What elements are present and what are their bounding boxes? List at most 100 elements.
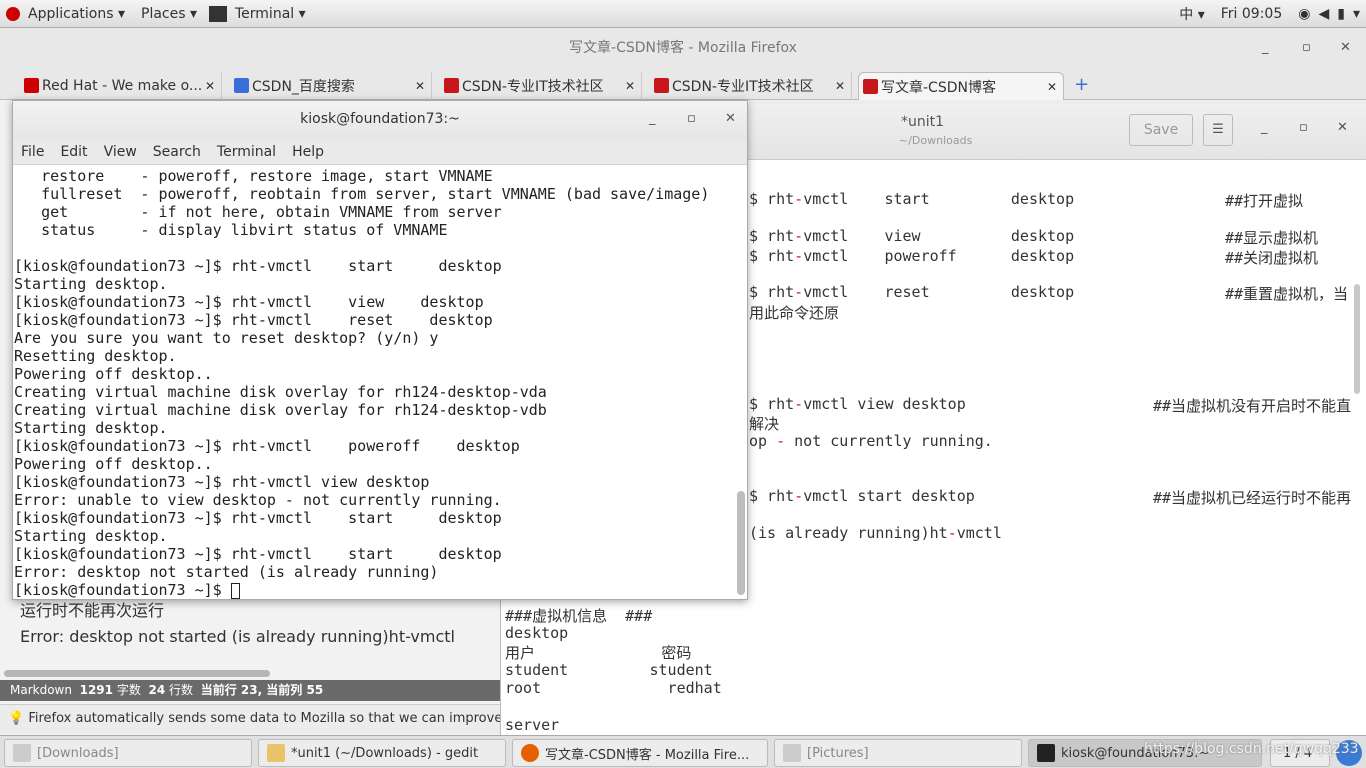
hamburger-menu-icon[interactable]: ☰ <box>1203 114 1233 146</box>
taskbar: [Downloads] *unit1 (~/Downloads) - gedit… <box>0 735 1366 768</box>
minimize-button[interactable]: _ <box>1262 28 1269 68</box>
minimize-button[interactable]: _ <box>1261 120 1268 135</box>
tab-label: 写文章-CSDN博客 <box>881 79 996 96</box>
terminal-output[interactable]: restore - poweroff, restore image, start… <box>14 167 734 599</box>
close-tab-icon[interactable]: ✕ <box>205 79 215 93</box>
terminal-line: Creating virtual machine disk overlay fo… <box>14 383 547 401</box>
battery-icon[interactable]: ▮ <box>1337 6 1345 22</box>
tab-csdn-1[interactable]: CSDN-专业IT技术社区 ✕ <box>440 72 642 100</box>
terminal-title: kiosk@foundation73:~ <box>300 111 460 127</box>
redhat-logo-icon <box>6 6 20 21</box>
terminal-icon <box>1037 744 1055 762</box>
terminal-app-menu[interactable]: Terminal ▾ <box>209 5 314 22</box>
gedit-line: $ rht-vmctl start desktop <box>749 190 1075 208</box>
tab-csdn-2[interactable]: CSDN-专业IT技术社区 ✕ <box>650 72 852 100</box>
vertical-scrollbar[interactable] <box>1354 284 1360 394</box>
gedit-line: 用此命令还原 <box>749 304 840 322</box>
gedit-line: root redhat <box>505 679 722 697</box>
gedit-line: server <box>505 716 560 734</box>
document-title: *unit1 <box>901 114 945 130</box>
maximize-button[interactable]: ▫ <box>1299 120 1308 135</box>
terminal-line: fullreset - poweroff, reobtain from serv… <box>14 185 710 203</box>
tab-redhat[interactable]: Red Hat - We make o... ✕ <box>20 72 222 100</box>
terminal-scrollbar[interactable] <box>737 491 745 595</box>
watermark: https://blog.csdn.net/qwqq233 <box>1144 741 1359 757</box>
gedit-line: $ rht-vmctl start desktop <box>749 487 975 505</box>
taskbar-pictures[interactable]: [Pictures] <box>774 739 1022 767</box>
gedit-line: desktop <box>505 623 569 642</box>
taskbar-downloads[interactable]: [Downloads] <box>4 739 252 767</box>
minimize-button[interactable]: _ <box>649 101 656 137</box>
lightbulb-icon: 💡 <box>8 711 25 726</box>
gedit-line: $ rht-vmctl reset desktop <box>749 283 1075 301</box>
clock[interactable]: Fri 09:05 <box>1213 6 1290 22</box>
menu-search[interactable]: Search <box>145 144 209 160</box>
terminal-line: [kiosk@foundation73 ~]$ <box>14 581 734 599</box>
editor-status-bar: Markdown 1291 字数 24 行数 当前行 23, 当前列 55 <box>0 680 500 701</box>
char-count: 1291 <box>79 683 114 697</box>
gedit-comment: ##重置虚拟机，当 <box>1225 285 1349 303</box>
top-bar: Applications ▾ Places ▾ Terminal ▾ 中 ▾ F… <box>0 0 1366 28</box>
terminal-line: status - display libvirt status of VMNAM… <box>14 221 448 239</box>
taskbar-label: 写文章-CSDN博客 - Mozilla Fire... <box>545 747 750 763</box>
close-tab-icon[interactable]: ✕ <box>835 79 845 93</box>
terminal-line: [kiosk@foundation73 ~]$ rht-vmctl start … <box>14 545 502 563</box>
taskbar-gedit[interactable]: *unit1 (~/Downloads) - gedit <box>258 739 506 767</box>
wifi-icon[interactable]: ◉ <box>1298 6 1310 22</box>
menu-help[interactable]: Help <box>284 144 332 160</box>
horizontal-scrollbar[interactable] <box>4 670 270 677</box>
terminal-line: [kiosk@foundation73 ~]$ rht-vmctl start … <box>14 509 502 527</box>
terminal-line: restore - poweroff, restore image, start… <box>14 167 493 185</box>
tab-label: CSDN_百度搜索 <box>252 79 355 95</box>
volume-icon[interactable]: ◀ <box>1318 6 1329 22</box>
terminal-menubar: File Edit View Search Terminal Help <box>13 139 747 165</box>
firefox-icon <box>521 744 539 762</box>
close-tab-icon[interactable]: ✕ <box>625 79 635 93</box>
document-path: ~/Downloads <box>899 134 973 147</box>
terminal-line: Resetting desktop. <box>14 347 177 365</box>
gedit-comment: ##打开虚拟 <box>1225 192 1304 210</box>
new-tab-button[interactable]: + <box>1074 74 1089 95</box>
gedit-line: (is already running)ht-vmctl <box>749 524 1002 542</box>
chevron-down-icon[interactable]: ▾ <box>1353 6 1360 22</box>
menu-file[interactable]: File <box>13 144 52 160</box>
csdn-favicon-icon <box>444 78 459 93</box>
line-count: 24 <box>148 683 166 697</box>
gedit-line: $ rht-vmctl view desktop <box>749 227 1075 245</box>
terminal-line: [kiosk@foundation73 ~]$ rht-vmctl start … <box>14 257 502 275</box>
maximize-button[interactable]: ▫ <box>687 101 696 137</box>
maximize-button[interactable]: ▫ <box>1302 28 1311 68</box>
save-button[interactable]: Save <box>1129 114 1193 146</box>
close-button[interactable]: ✕ <box>1340 28 1351 68</box>
terminal-line: [kiosk@foundation73 ~]$ rht-vmctl view d… <box>14 473 430 491</box>
terminal-line: Starting desktop. <box>14 275 168 293</box>
gedit-line: $ rht-vmctl view desktop <box>749 395 966 413</box>
gedit-comment: ##当虚拟机没有开启时不能直 <box>1153 397 1352 415</box>
tab-baidu[interactable]: CSDN_百度搜索 ✕ <box>230 72 432 100</box>
close-tab-icon[interactable]: ✕ <box>415 79 425 93</box>
csdn-favicon-icon <box>863 79 878 94</box>
gedit-comment: ##显示虚拟机 <box>1225 229 1319 247</box>
gedit-line: 解决 <box>749 415 780 433</box>
terminal-window: kiosk@foundation73:~ _ ▫ ✕ File Edit Vie… <box>12 100 748 600</box>
terminal-line: Powering off desktop.. <box>14 365 213 383</box>
menu-terminal[interactable]: Terminal <box>209 144 284 160</box>
taskbar-firefox[interactable]: 写文章-CSDN博客 - Mozilla Fire... <box>512 739 768 767</box>
mode-label: Markdown <box>10 683 72 697</box>
window-title: 写文章-CSDN博客 - Mozilla Firefox <box>569 40 797 56</box>
terminal-line: [kiosk@foundation73 ~]$ rht-vmctl powero… <box>14 437 520 455</box>
places-menu[interactable]: Places ▾ <box>133 6 205 22</box>
terminal-line: Powering off desktop.. <box>14 455 213 473</box>
close-button[interactable]: ✕ <box>1337 120 1348 135</box>
close-button[interactable]: ✕ <box>725 101 736 137</box>
menu-view[interactable]: View <box>96 144 145 160</box>
applications-menu[interactable]: Applications ▾ <box>20 6 133 22</box>
input-method-menu[interactable]: 中 ▾ <box>1171 4 1212 24</box>
folder-icon <box>13 744 31 762</box>
close-tab-icon[interactable]: ✕ <box>1047 80 1057 94</box>
tab-label: Red Hat - We make o... <box>42 78 203 94</box>
tab-write-article[interactable]: 写文章-CSDN博客 ✕ <box>858 72 1064 100</box>
editor-line[interactable]: Error: desktop not started (is already r… <box>20 627 455 646</box>
menu-edit[interactable]: Edit <box>52 144 95 160</box>
gedit-comment: ##关闭虚拟机 <box>1225 249 1319 267</box>
